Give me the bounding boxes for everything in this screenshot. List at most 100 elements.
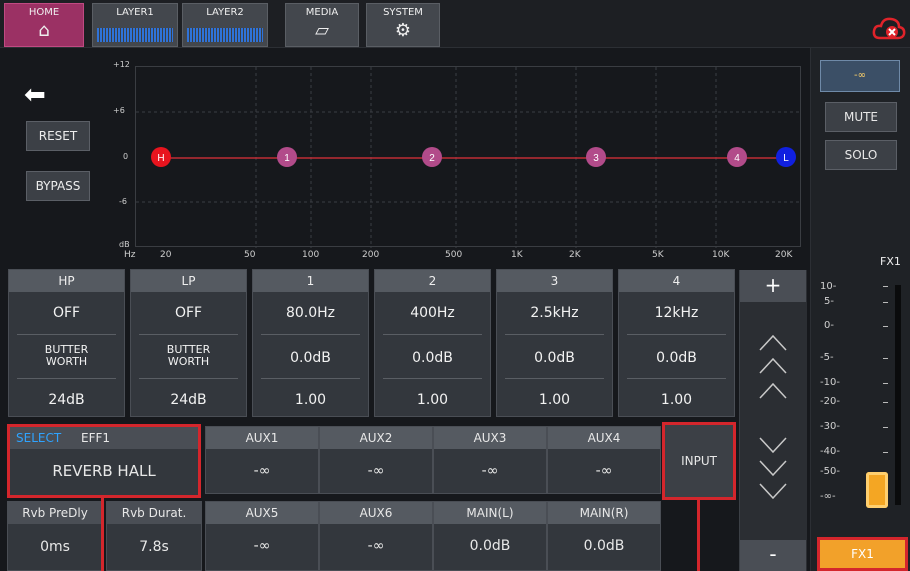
- band-hp-column: HP OFF BUTTER WORTH 24dB: [8, 269, 125, 417]
- eq-node-1[interactable]: 1: [277, 147, 297, 167]
- send-aux5[interactable]: AUX5 -∞: [205, 501, 319, 571]
- decrement-button[interactable]: -: [740, 540, 806, 571]
- band-1-gain[interactable]: 0.0dB: [253, 350, 368, 366]
- send-main-right[interactable]: MAIN(R) 0.0dB: [547, 501, 661, 571]
- scale-tick: [883, 452, 888, 453]
- send-aux1-header: AUX1: [206, 427, 318, 449]
- scale-minus-inf: -∞-: [820, 491, 836, 502]
- scale-minus30: -30-: [820, 421, 840, 432]
- send-aux5-value: -∞: [253, 538, 271, 554]
- eq-node-lp-label: L: [783, 153, 789, 164]
- input-button[interactable]: INPUT: [662, 422, 736, 500]
- send-main-right-value: 0.0dB: [583, 538, 625, 554]
- chevron-up-icon[interactable]: [758, 380, 788, 400]
- eq-node-1-label: 1: [284, 153, 290, 164]
- band-2-column: 2 400Hz 0.0dB 1.00: [374, 269, 491, 417]
- band-2-q[interactable]: 1.00: [375, 392, 490, 408]
- chevron-down-icon[interactable]: [758, 436, 788, 456]
- chevron-down-icon[interactable]: [758, 459, 788, 479]
- scale-tick: [883, 286, 888, 287]
- send-main-left[interactable]: MAIN(L) 0.0dB: [433, 501, 547, 571]
- scale-tick: [883, 358, 888, 359]
- band-hp-type[interactable]: BUTTER WORTH: [9, 344, 124, 368]
- band-lp-column: LP OFF BUTTER WORTH 24dB: [130, 269, 247, 417]
- scale-0: 0-: [824, 320, 834, 331]
- band-hp-freq[interactable]: OFF: [9, 305, 124, 321]
- band-3-gain[interactable]: 0.0dB: [497, 350, 612, 366]
- chevron-up-icon[interactable]: [758, 332, 788, 352]
- divider: [627, 378, 726, 379]
- send-main-left-header: MAIN(L): [434, 502, 546, 524]
- eq-node-3-label: 3: [593, 153, 599, 164]
- value-adjust-column: [739, 270, 807, 571]
- eq-node-lp[interactable]: L: [776, 147, 796, 167]
- scale-tick: [883, 427, 888, 428]
- scale-tick: [883, 402, 888, 403]
- fader-knob[interactable]: [866, 472, 888, 508]
- divider: [627, 334, 726, 335]
- band-1-freq[interactable]: 80.0Hz: [253, 305, 368, 321]
- band-lp-header: LP: [131, 270, 246, 292]
- divider: [139, 334, 238, 335]
- band-lp-slope[interactable]: 24dB: [131, 392, 246, 408]
- band-4-freq[interactable]: 12kHz: [619, 305, 734, 321]
- band-3-freq[interactable]: 2.5kHz: [497, 305, 612, 321]
- band-4-gain[interactable]: 0.0dB: [619, 350, 734, 366]
- send-aux6-header: AUX6: [320, 502, 432, 524]
- send-aux6-value: -∞: [367, 538, 385, 554]
- divider: [261, 378, 360, 379]
- band-1-header: 1: [253, 270, 368, 292]
- eq-node-hp[interactable]: H: [151, 147, 171, 167]
- band-3-header: 3: [497, 270, 612, 292]
- param-reverb-predelay[interactable]: Rvb PreDly 0ms: [7, 501, 103, 571]
- send-main-left-value: 0.0dB: [469, 538, 511, 554]
- send-aux3[interactable]: AUX3 -∞: [433, 426, 547, 494]
- effect-name: REVERB HALL: [52, 462, 156, 480]
- eq-node-4[interactable]: 4: [727, 147, 747, 167]
- level-meter-bar: [895, 285, 901, 505]
- divider: [505, 334, 604, 335]
- divider: [17, 378, 116, 379]
- scale-tick: [883, 383, 888, 384]
- fx1-channel-button[interactable]: FX1: [817, 537, 908, 571]
- level-display: -∞: [820, 60, 900, 92]
- send-aux2[interactable]: AUX2 -∞: [319, 426, 433, 494]
- send-aux6[interactable]: AUX6 -∞: [319, 501, 433, 571]
- select-label: SELECT: [16, 431, 62, 445]
- eq-node-3[interactable]: 3: [586, 147, 606, 167]
- band-1-q[interactable]: 1.00: [253, 392, 368, 408]
- band-2-gain[interactable]: 0.0dB: [375, 350, 490, 366]
- highlight-connector: [101, 498, 104, 571]
- eq-node-2[interactable]: 2: [422, 147, 442, 167]
- chevron-up-icon[interactable]: [758, 355, 788, 375]
- band-4-column: 4 12kHz 0.0dB 1.00: [618, 269, 735, 417]
- send-aux2-value: -∞: [367, 463, 385, 479]
- band-lp-freq[interactable]: OFF: [131, 305, 246, 321]
- chevron-down-icon[interactable]: [758, 482, 788, 502]
- band-3-q[interactable]: 1.00: [497, 392, 612, 408]
- band-hp-slope[interactable]: 24dB: [9, 392, 124, 408]
- effect-select-box[interactable]: SELECT EFF1 REVERB HALL: [7, 424, 201, 498]
- band-4-q[interactable]: 1.00: [619, 392, 734, 408]
- eq-node-hp-label: H: [157, 153, 164, 164]
- band-lp-type[interactable]: BUTTER WORTH: [131, 344, 246, 368]
- increment-button[interactable]: +: [740, 270, 806, 302]
- mute-button[interactable]: MUTE: [825, 102, 897, 132]
- scale-minus20: -20-: [820, 396, 840, 407]
- send-aux4[interactable]: AUX4 -∞: [547, 426, 661, 494]
- scale-5: 5-: [824, 296, 834, 307]
- band-3-column: 3 2.5kHz 0.0dB 1.00: [496, 269, 613, 417]
- divider: [383, 378, 482, 379]
- send-aux1[interactable]: AUX1 -∞: [205, 426, 319, 494]
- divider: [383, 334, 482, 335]
- channel-label: FX1: [880, 255, 901, 268]
- divider: [261, 334, 360, 335]
- scale-10: 10-: [820, 281, 837, 292]
- scale-tick: [883, 302, 888, 303]
- scale-minus40: -40-: [820, 446, 840, 457]
- param-reverb-duration[interactable]: Rvb Durat. 7.8s: [106, 501, 202, 571]
- eq-node-2-label: 2: [429, 153, 435, 164]
- effect-select-header: SELECT EFF1: [10, 427, 198, 449]
- solo-button[interactable]: SOLO: [825, 140, 897, 170]
- band-2-freq[interactable]: 400Hz: [375, 305, 490, 321]
